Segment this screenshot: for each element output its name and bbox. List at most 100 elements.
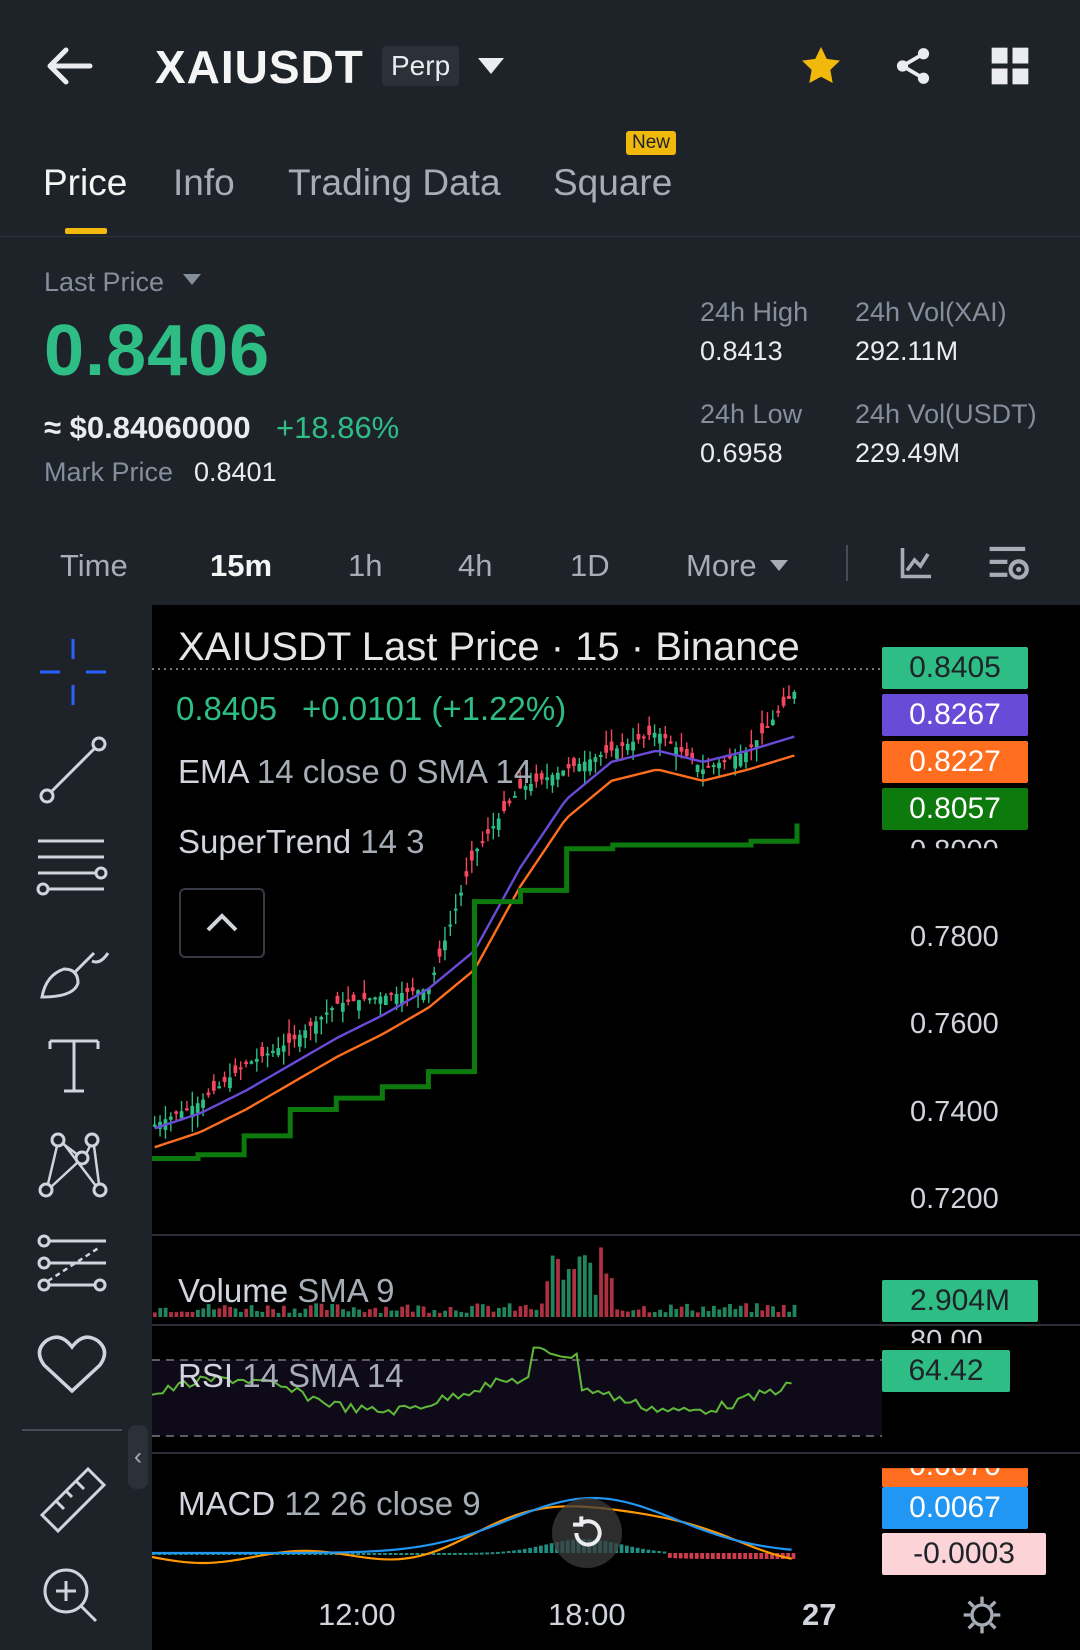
collapse-legend-button[interactable] [179, 888, 265, 958]
reset-chart-button[interactable] [552, 1498, 622, 1568]
volume-bar [792, 1304, 797, 1317]
symbol-title[interactable]: XAIUSDT [155, 40, 364, 94]
candle-body [222, 1076, 227, 1082]
chart-settings-icon[interactable] [988, 543, 1030, 583]
macd-hist-bar [496, 1551, 500, 1554]
tf-1h[interactable]: 1h [348, 548, 382, 584]
volume-params: SMA 9 [297, 1272, 395, 1309]
grid-icon[interactable] [990, 46, 1030, 86]
axis-label-2: 0.7600 [910, 1008, 999, 1040]
settings-gear-icon[interactable] [962, 1595, 1002, 1635]
star-icon[interactable] [798, 43, 844, 89]
macd-hist-bar [367, 1553, 371, 1555]
volume-bar [244, 1308, 249, 1317]
low-label: 24h Low [700, 399, 803, 429]
supertrend-tag: 0.8057 [882, 788, 1028, 830]
macd-hist-bar [619, 1544, 624, 1553]
macd-hist-bar [501, 1551, 506, 1554]
volume-bar [593, 1294, 598, 1317]
ruler-icon[interactable] [38, 1465, 108, 1535]
volume-bar [400, 1306, 405, 1317]
macd-hist-bar [383, 1553, 387, 1555]
chart-indicator-icon[interactable] [898, 545, 934, 581]
macd-hist-bar [678, 1553, 683, 1559]
candle-body [496, 818, 501, 830]
volume-bar [416, 1305, 421, 1317]
refresh-icon [573, 1516, 602, 1547]
macd-hist-bar [517, 1549, 522, 1553]
candle-body [389, 993, 394, 996]
macd-hist-bar [700, 1553, 705, 1559]
tf-more[interactable]: More [686, 548, 757, 584]
volume-bar [620, 1310, 625, 1317]
candle-body [394, 993, 399, 1004]
candle-body [206, 1092, 211, 1096]
volume-bar [550, 1255, 555, 1317]
candle-body [217, 1086, 222, 1089]
candle-body [437, 948, 442, 957]
tf-time[interactable]: Time [60, 548, 128, 584]
macd-hist-bar [506, 1551, 511, 1554]
macd-hist-bar [635, 1547, 640, 1553]
candle-body [238, 1067, 243, 1070]
pattern-tool-icon[interactable] [36, 1130, 110, 1200]
macd-hist-bar [754, 1553, 758, 1559]
volume-bar [212, 1309, 216, 1317]
chevron-down-icon[interactable] [183, 274, 201, 285]
candle-body [561, 770, 566, 776]
tf-4h[interactable]: 4h [458, 548, 492, 584]
rsi-params: 14 SMA 14 [242, 1357, 404, 1394]
trend-line-icon[interactable] [38, 735, 108, 805]
rsi-legend: RSI 14 SMA 14 [178, 1357, 404, 1395]
candle-body [706, 765, 711, 768]
volume-bar [534, 1309, 539, 1317]
tab-square[interactable]: Square [553, 162, 672, 204]
tf-15m[interactable]: 15m [210, 548, 272, 584]
candle-body [582, 761, 587, 772]
volume-bar [443, 1310, 448, 1317]
candle-body [539, 773, 544, 780]
chevron-up-icon [206, 913, 238, 932]
crosshair-icon[interactable] [38, 637, 108, 707]
share-icon[interactable] [892, 44, 934, 88]
candle-body [550, 775, 555, 786]
tab-info[interactable]: Info [173, 162, 235, 204]
text-tool-icon[interactable] [44, 1035, 104, 1097]
volume-bar [781, 1305, 786, 1317]
volume-bar [475, 1303, 480, 1317]
ohlc-change: +0.0101 (+1.22%) [302, 690, 567, 727]
macd-hist-bar [533, 1546, 538, 1553]
tab-trading-data[interactable]: Trading Data [288, 162, 501, 204]
macd-hist-bar [689, 1553, 694, 1559]
volume-bar [357, 1309, 362, 1317]
chevron-down-icon[interactable] [478, 58, 504, 74]
zoom-in-icon[interactable] [40, 1565, 100, 1625]
new-badge: New [626, 131, 677, 155]
tab-price[interactable]: Price [43, 162, 127, 204]
last-price-label[interactable]: Last Price [44, 267, 164, 298]
macd-hist-bar [668, 1553, 672, 1558]
macd-hist-bar [625, 1545, 629, 1553]
arrow-left-icon[interactable] [44, 46, 94, 86]
macd-hist-bar [463, 1552, 468, 1555]
horizontal-lines-icon[interactable] [34, 833, 110, 903]
fib-tool-icon[interactable] [36, 1233, 110, 1293]
chevron-down-icon[interactable] [770, 560, 788, 571]
brush-icon[interactable] [38, 935, 112, 1005]
collapse-toolbar-handle[interactable]: ‹ [128, 1425, 148, 1489]
usd-value: ≈ $0.84060000 [44, 410, 251, 445]
candle-body [615, 748, 619, 759]
ema-legend: EMA 14 close 0 SMA 14 [178, 753, 532, 791]
ema-label: EMA [178, 753, 248, 790]
tf-1d[interactable]: 1D [570, 548, 610, 584]
macd-hist-bar [539, 1545, 543, 1553]
divider [846, 545, 848, 581]
heart-icon[interactable] [36, 1333, 108, 1395]
supertrend-legend: SuperTrend 14 3 [178, 823, 424, 861]
candle-body [432, 972, 437, 976]
candle-body [464, 871, 469, 877]
price-chart[interactable]: XAIUSDT Last Price · 15 · Binance 0.8405… [152, 605, 1080, 1650]
volume-bar [470, 1305, 474, 1317]
volume-bar [642, 1306, 646, 1317]
candle-body [297, 1034, 302, 1047]
